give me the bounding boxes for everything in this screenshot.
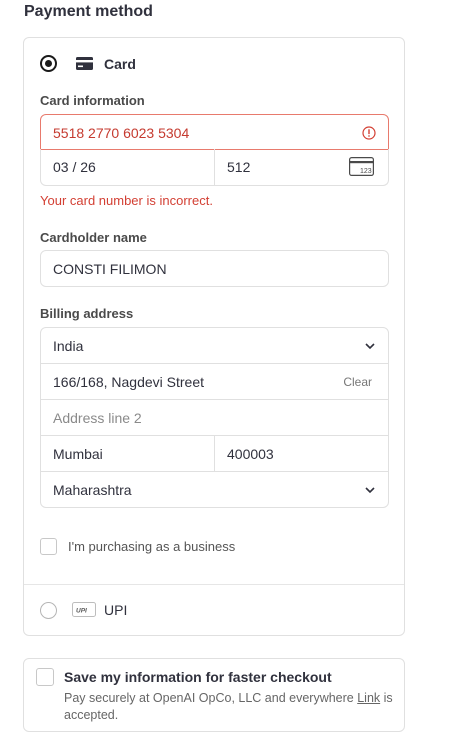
expiry-field[interactable]: 03 / 26 bbox=[53, 159, 96, 175]
state-value: Maharashtra bbox=[53, 482, 132, 498]
card-number-field[interactable]: 5518 2770 6023 5304 bbox=[40, 114, 389, 150]
card-number-value: 5518 2770 6023 5304 bbox=[53, 125, 190, 141]
divider bbox=[24, 584, 404, 585]
country-value: India bbox=[53, 338, 84, 354]
card-option-label[interactable]: Card bbox=[104, 56, 136, 72]
error-icon bbox=[362, 126, 376, 140]
business-checkbox[interactable] bbox=[40, 538, 57, 555]
address-line2-field[interactable]: Address line 2 bbox=[41, 400, 388, 436]
city-postal-row: Mumbai 400003 bbox=[41, 436, 388, 472]
business-label[interactable]: I'm purchasing as a business bbox=[68, 539, 235, 554]
cardholder-field[interactable]: CONSTI FILIMON bbox=[40, 250, 389, 287]
chevron-down-icon bbox=[365, 487, 375, 494]
address-line1-value: 166/168, Nagdevi Street bbox=[53, 374, 204, 390]
upi-option-label[interactable]: UPI bbox=[104, 602, 127, 618]
save-info-description: Pay securely at OpenAI OpCo, LLC and eve… bbox=[64, 690, 394, 724]
svg-text:123: 123 bbox=[360, 168, 372, 175]
cardholder-label: Cardholder name bbox=[40, 230, 147, 245]
postal-field[interactable]: 400003 bbox=[227, 446, 274, 462]
save-desc-text: Pay securely at OpenAI OpCo, LLC and eve… bbox=[64, 691, 358, 705]
upi-logo-icon: UPI bbox=[72, 602, 96, 617]
address-line2-placeholder: Address line 2 bbox=[53, 410, 142, 426]
expiry-cvc-row: 03 / 26 512 123 bbox=[40, 149, 389, 186]
page-title: Payment method bbox=[24, 3, 153, 20]
cardholder-value: CONSTI FILIMON bbox=[53, 261, 167, 277]
save-info-panel: Save my information for faster checkout … bbox=[23, 658, 405, 732]
country-select[interactable]: India bbox=[41, 328, 388, 364]
clear-button[interactable]: Clear bbox=[343, 375, 372, 389]
save-info-title[interactable]: Save my information for faster checkout bbox=[64, 669, 332, 685]
save-info-checkbox[interactable] bbox=[36, 668, 54, 686]
billing-address-group: India 166/168, Nagdevi Street Clear Addr… bbox=[40, 327, 389, 508]
cvc-card-icon: 123 bbox=[349, 157, 374, 176]
chevron-down-icon bbox=[365, 343, 375, 350]
card-info-label: Card information bbox=[40, 93, 145, 108]
upi-radio[interactable] bbox=[40, 602, 57, 619]
cvc-field[interactable]: 512 bbox=[227, 159, 250, 175]
address-line1-field[interactable]: 166/168, Nagdevi Street Clear bbox=[41, 364, 388, 400]
card-radio[interactable] bbox=[40, 55, 57, 72]
upi-logo-text: UPI bbox=[76, 608, 87, 615]
field-divider bbox=[214, 149, 215, 185]
state-select[interactable]: Maharashtra bbox=[41, 472, 388, 508]
card-error-message: Your card number is incorrect. bbox=[40, 193, 213, 208]
payment-method-panel: Card Card information 5518 2770 6023 530… bbox=[23, 37, 405, 636]
link-link[interactable]: Link bbox=[357, 691, 380, 705]
card-icon bbox=[76, 57, 93, 70]
field-divider bbox=[214, 436, 215, 472]
billing-label: Billing address bbox=[40, 306, 134, 321]
city-field[interactable]: Mumbai bbox=[53, 446, 103, 462]
